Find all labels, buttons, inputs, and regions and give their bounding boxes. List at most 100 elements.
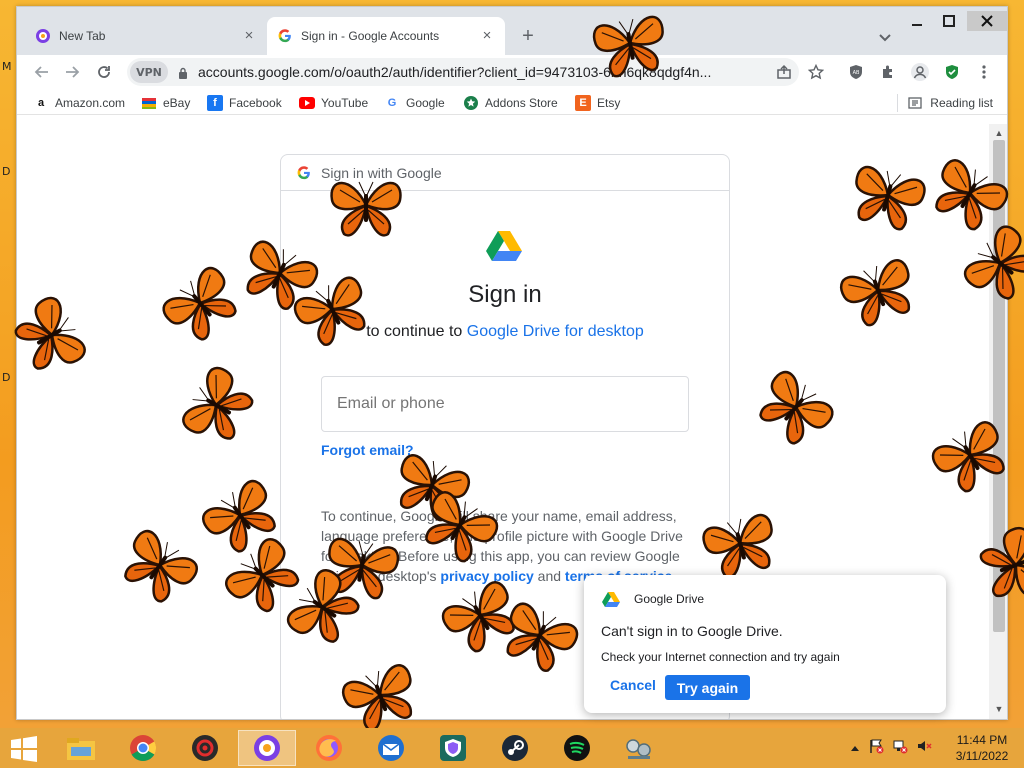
bookmark-ebay[interactable]: eBay xyxy=(141,94,190,112)
system-tray xyxy=(850,738,932,757)
bookmark-label: Google xyxy=(406,96,445,110)
scroll-thumb[interactable] xyxy=(993,140,1005,632)
taskbar-clock[interactable]: 11:44 PM 3/11/2022 xyxy=(950,732,1014,764)
chrome-icon[interactable] xyxy=(114,730,172,766)
reading-list-icon xyxy=(908,97,922,109)
close-tab-icon[interactable]: × xyxy=(241,28,257,44)
toast-app-row: Google Drive xyxy=(602,591,704,607)
card-header-label: Sign in with Google xyxy=(321,164,442,181)
google-drive-logo-icon xyxy=(486,229,522,261)
bookmarks-bar: a Amazon.com eBay f Facebook YouTube G G… xyxy=(17,91,1007,115)
flag-notification-icon[interactable] xyxy=(868,738,884,757)
desktop-icon-label[interactable]: D xyxy=(2,371,12,384)
firefox-icon[interactable] xyxy=(300,730,358,766)
thunderbird-icon[interactable] xyxy=(362,730,420,766)
bookmark-star-icon[interactable] xyxy=(805,61,827,83)
etsy-icon: E xyxy=(575,95,591,111)
share-icon[interactable] xyxy=(773,61,795,83)
spotify-icon[interactable] xyxy=(548,730,606,766)
minimize-icon[interactable] xyxy=(903,11,931,31)
bookmark-label: Amazon.com xyxy=(55,96,126,110)
bookmark-facebook[interactable]: f Facebook xyxy=(207,94,282,112)
maximize-icon[interactable] xyxy=(935,11,963,31)
windows-start-icon[interactable] xyxy=(10,736,38,762)
google-icon: G xyxy=(387,97,397,109)
lock-icon[interactable] xyxy=(178,66,188,79)
try-again-button[interactable]: Try again xyxy=(665,675,750,700)
tab-search-chevron-icon[interactable] xyxy=(875,27,895,47)
facebook-icon: f xyxy=(207,95,223,111)
bookmark-label: eBay xyxy=(163,96,191,110)
email-field[interactable] xyxy=(321,376,689,432)
privacy-policy-link[interactable]: privacy policy xyxy=(440,568,533,584)
new-tab-plus-icon[interactable]: + xyxy=(517,25,539,47)
page-scrollbar[interactable]: ▲ ▼ xyxy=(989,124,1007,719)
bookmark-google[interactable]: G Google xyxy=(384,94,445,112)
network-tray-icon[interactable] xyxy=(892,738,908,757)
toast-title: Can't sign in to Google Drive. xyxy=(601,623,783,639)
clock-time: 11:44 PM xyxy=(956,733,1008,747)
scroll-up-icon[interactable]: ▲ xyxy=(994,128,1004,138)
browser-toolbar: VPN accounts.google.com/o/oauth2/auth/id… xyxy=(17,55,1007,89)
avg-secure-browser-icon[interactable] xyxy=(238,730,296,766)
menu-kebab-icon[interactable] xyxy=(973,61,995,83)
amazon-icon: a xyxy=(37,97,45,109)
desktop-icon-label[interactable]: D xyxy=(2,165,12,178)
bookmark-amazon[interactable]: a Amazon.com xyxy=(33,94,125,112)
reading-list-label: Reading list xyxy=(930,96,993,110)
toast-message: Check your Internet connection and try a… xyxy=(601,650,840,664)
bookmark-label: Etsy xyxy=(597,96,621,110)
bookmark-label: Facebook xyxy=(229,96,282,110)
bookmark-youtube[interactable]: YouTube xyxy=(299,94,368,112)
forward-arrow-icon[interactable] xyxy=(61,61,83,83)
profile-avatar-icon[interactable] xyxy=(909,61,931,83)
cancel-button[interactable]: Cancel xyxy=(610,677,656,693)
security-shield-icon[interactable] xyxy=(941,61,963,83)
forgot-email-link[interactable]: Forgot email? xyxy=(321,442,414,458)
tab-label: Sign in - Google Accounts xyxy=(301,29,440,43)
bookmark-label: YouTube xyxy=(321,96,369,110)
youtube-icon xyxy=(299,95,315,111)
url-text[interactable]: accounts.google.com/o/oauth2/auth/identi… xyxy=(198,64,758,80)
tab-new-tab[interactable]: New Tab × xyxy=(25,17,267,55)
drive-error-toast: Google Drive Can't sign in to Google Dri… xyxy=(584,575,946,713)
taskbar: 11:44 PM 3/11/2022 xyxy=(0,728,1024,768)
extensions-puzzle-icon[interactable] xyxy=(877,61,899,83)
bookmark-addons-store[interactable]: Addons Store xyxy=(463,94,558,112)
reading-list-button[interactable]: Reading list xyxy=(897,94,993,112)
tab-sign-in[interactable]: Sign in - Google Accounts × xyxy=(267,17,505,55)
adblock-extension-icon[interactable]: AB xyxy=(845,61,867,83)
tab-label: New Tab xyxy=(59,29,106,43)
signin-subtitle: to continue to Google Drive for desktop xyxy=(366,323,644,340)
desktop-icon-label[interactable]: M xyxy=(2,60,12,73)
avast-secure-browser-icon[interactable] xyxy=(176,730,234,766)
tab-strip: New Tab × Sign in - Google Accounts × + xyxy=(17,7,1007,55)
close-window-icon[interactable] xyxy=(967,11,1007,31)
network-app-icon[interactable] xyxy=(610,730,668,766)
google-g-icon xyxy=(277,28,293,44)
file-explorer-icon[interactable] xyxy=(52,730,110,766)
volume-muted-icon[interactable] xyxy=(916,738,932,757)
bookmark-label: Addons Store xyxy=(485,96,558,110)
google-drive-logo-icon xyxy=(602,591,620,607)
svg-text:AB: AB xyxy=(853,70,860,76)
toast-app-name: Google Drive xyxy=(634,592,705,606)
close-tab-icon[interactable]: × xyxy=(479,28,495,44)
back-arrow-icon[interactable] xyxy=(31,61,53,83)
bookmark-etsy[interactable]: E Etsy xyxy=(575,94,620,112)
page-title: Sign in xyxy=(468,281,542,308)
google-g-icon xyxy=(297,165,311,180)
clock-date: 3/11/2022 xyxy=(955,749,1009,763)
address-bar[interactable]: VPN accounts.google.com/o/oauth2/auth/id… xyxy=(127,58,799,86)
new-tab-favicon-icon xyxy=(35,28,51,44)
reload-icon[interactable] xyxy=(93,61,115,83)
vpn-badge[interactable]: VPN xyxy=(130,61,168,83)
app-name-link[interactable]: Google Drive for desktop xyxy=(467,323,644,340)
addons-store-icon xyxy=(463,95,479,111)
scroll-down-icon[interactable]: ▼ xyxy=(994,704,1004,714)
avg-vpn-icon[interactable] xyxy=(424,730,482,766)
consent-text: To continue, Google will share your name… xyxy=(321,508,683,584)
ebay-icon xyxy=(141,95,157,111)
steam-icon[interactable] xyxy=(486,730,544,766)
show-hidden-icons-chevron-icon[interactable] xyxy=(850,741,860,755)
